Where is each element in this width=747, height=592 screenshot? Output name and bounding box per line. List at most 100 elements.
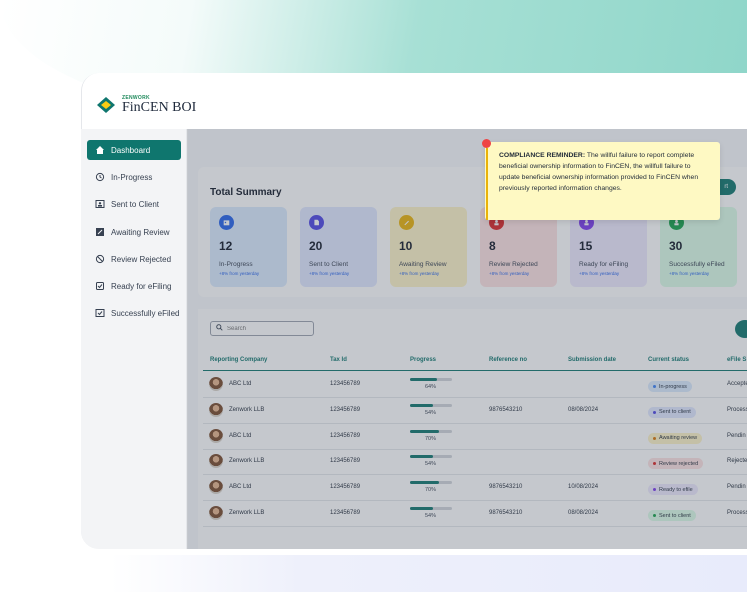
stat-change: +8% from yesterday: [219, 271, 260, 276]
table-row[interactable]: Zenwork LLB 123456789 54% Review rejected Re…: [203, 449, 747, 476]
column-header[interactable]: eFile S: [727, 357, 746, 363]
company-name: Zenwork LLB: [229, 510, 265, 516]
pencil-icon: [399, 215, 414, 230]
status-dot-icon: [653, 514, 656, 517]
user-card-icon: [95, 199, 105, 209]
company-name: Zenwork LLB: [229, 458, 265, 465]
status-badge[interactable]: In-progress: [648, 381, 692, 392]
stat-card-in-progress[interactable]: 12 In-Progress +8% from yesterday: [210, 207, 287, 287]
avatar: [209, 377, 223, 391]
progress-percent: 54%: [425, 409, 437, 416]
stat-card-awaiting-review[interactable]: 10 Awaiting Review +8% from yesterday: [390, 207, 467, 287]
submission-date: 08/08/2024: [568, 510, 599, 516]
stat-label: Successfully eFiled: [669, 261, 725, 268]
summary-title: Total Summary: [210, 187, 282, 198]
tax-id: 123456789: [330, 510, 361, 516]
clock-icon: [95, 172, 105, 182]
stat-change: +8% from yesterday: [309, 271, 350, 276]
sidebar-item-label: Successfully eFiled: [111, 308, 180, 318]
calendar-icon: [219, 215, 234, 230]
sidebar-item-dashboard[interactable]: Dashboard: [87, 140, 181, 160]
sidebar-item-ready-for-efiling[interactable]: Ready for eFiling: [87, 276, 181, 296]
sidebar-item-label: Awaiting Review: [111, 227, 170, 237]
progress-percent: 64%: [425, 384, 437, 390]
compliance-reminder-tooltip: COMPLIANCE REMINDER: The willful failure…: [485, 142, 720, 220]
document-icon: [309, 215, 324, 230]
status-dot-icon: [653, 436, 656, 440]
company-name: Zenwork LLB: [229, 406, 265, 413]
tooltip-accent-bar: [486, 148, 488, 220]
stat-value: 10: [399, 239, 413, 253]
avatar: [209, 402, 223, 417]
background-gradient-bottom: [110, 555, 747, 592]
status-badge[interactable]: Sent to client: [648, 406, 696, 418]
progress-bar: [410, 403, 452, 407]
logo-mark-icon: [96, 95, 116, 115]
tax-id: 123456789: [330, 381, 361, 387]
efile-status: Pendin: [727, 484, 746, 491]
reference-no: 9876543210: [489, 510, 523, 516]
progress-bar: [410, 429, 452, 433]
stat-label: In-Progress: [219, 261, 253, 268]
stat-value: 12: [219, 239, 233, 253]
check-square-icon: [95, 281, 105, 291]
logo-product: FinCEN BOI: [122, 99, 197, 115]
status-label: Ready to efile: [659, 486, 693, 493]
column-header[interactable]: Reporting Company: [210, 357, 267, 363]
sidebar-item-label: In-Progress: [111, 172, 153, 182]
avatar: [209, 506, 223, 520]
table-row[interactable]: Zenwork LLB 123456789 54% 9876543210 08/08/2…: [203, 501, 747, 527]
company-name: ABC Ltd: [229, 432, 252, 439]
status-badge[interactable]: Awaiting review: [648, 432, 703, 444]
efile-status: Rejecte: [727, 458, 747, 465]
table-row[interactable]: ABC Ltd 123456789 70% 9876543210 10/08/2024 R…: [203, 475, 747, 502]
stat-change: +8% from yesterday: [669, 271, 710, 276]
status-label: Sent to client: [659, 512, 691, 519]
sidebar-item-review-rejected[interactable]: Review Rejected: [87, 249, 181, 269]
table-row[interactable]: ABC Ltd 123456789 64% In-progress Accepte: [203, 372, 747, 398]
search-input[interactable]: [227, 325, 307, 332]
table-row[interactable]: Zenwork LLB 123456789 54% 9876543210 08/08/2…: [203, 398, 747, 424]
status-badge[interactable]: Ready to efile: [648, 484, 698, 496]
tooltip-marker-icon: [482, 139, 491, 148]
column-header[interactable]: Progress: [410, 357, 436, 363]
sidebar: Dashboard In-Progress Sent to Client Awaiti…: [81, 129, 187, 549]
reference-no: 9876543210: [489, 484, 523, 491]
sidebar-item-successfully-efiled[interactable]: Successfully eFiled: [87, 303, 181, 323]
efile-status: Process: [727, 406, 747, 413]
progress-bar: [410, 455, 452, 459]
status-badge[interactable]: Sent to client: [648, 510, 696, 521]
progress-percent: 54%: [425, 513, 437, 519]
sidebar-item-in-progress[interactable]: In-Progress: [87, 167, 181, 187]
table-row[interactable]: ABC Ltd 123456789 70% Awaiting review Pendin: [203, 424, 747, 450]
pen-icon: [95, 227, 105, 237]
efile-status: Pendin: [727, 432, 746, 439]
ban-icon: [95, 254, 105, 264]
company-name: ABC Ltd: [229, 484, 252, 491]
avatar: [209, 428, 223, 443]
sidebar-item-awaiting-review[interactable]: Awaiting Review: [87, 222, 181, 242]
progress-bar: [410, 378, 452, 381]
logo[interactable]: ZENWORK FinCEN BOI: [96, 95, 196, 115]
progress-percent: 54%: [425, 461, 437, 468]
column-header[interactable]: Submission date: [568, 357, 616, 363]
column-header[interactable]: Current status: [648, 357, 689, 363]
table-header-divider: [203, 370, 747, 371]
stat-card-sent-to-client[interactable]: 20 Sent to Client +8% from yesterday: [300, 207, 377, 287]
top-bar: ZENWORK FinCEN BOI: [82, 73, 747, 129]
search-box[interactable]: [210, 321, 314, 336]
column-header[interactable]: Tax Id: [330, 357, 347, 363]
stat-value: 8: [489, 239, 496, 253]
stat-label: Ready for eFiling: [579, 261, 629, 268]
status-label: Sent to client: [659, 409, 691, 416]
stat-change: +8% from yesterday: [489, 271, 530, 276]
sidebar-item-label: Sent to Client: [111, 199, 160, 209]
sidebar-item-label: Ready for eFiling: [111, 281, 172, 291]
efile-status: Accepte: [727, 381, 747, 387]
status-label: In-progress: [659, 383, 687, 390]
status-badge[interactable]: Review rejected: [648, 458, 704, 470]
sidebar-item-sent-to-client[interactable]: Sent to Client: [87, 194, 181, 214]
status-dot-icon: [653, 385, 656, 388]
column-header[interactable]: Reference no: [489, 357, 527, 363]
submission-date: 10/08/2024: [568, 484, 599, 491]
